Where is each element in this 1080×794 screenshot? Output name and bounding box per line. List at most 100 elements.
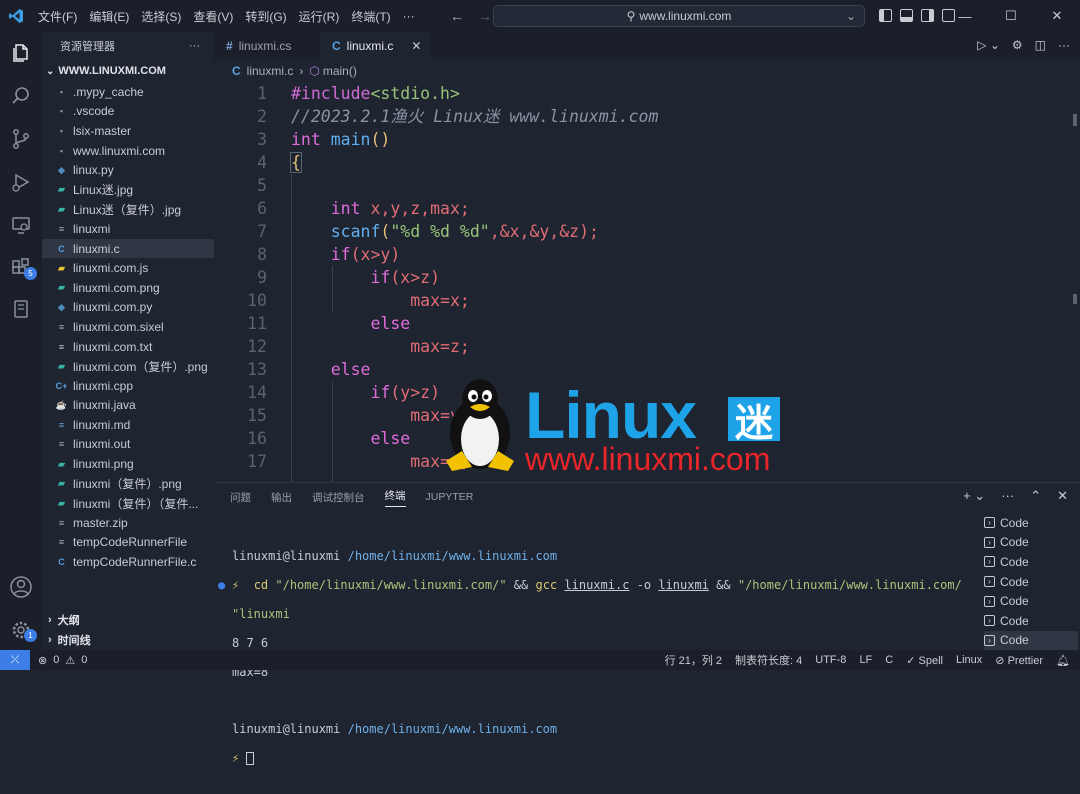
back-arrow-icon[interactable]: ← bbox=[450, 8, 464, 24]
terminal-instance[interactable]: › Code bbox=[984, 513, 1078, 533]
run-debug-icon[interactable] bbox=[9, 170, 33, 194]
terminal-instance[interactable]: › Code bbox=[984, 552, 1078, 572]
workspace-folder[interactable]: ⌄ WWW.LINUXMI.COM bbox=[42, 60, 214, 82]
terminal-instance[interactable]: › Code bbox=[984, 572, 1078, 592]
file-item[interactable]: ≡ linuxmi.md bbox=[42, 415, 214, 435]
prettier-status[interactable]: ⊘ Prettier bbox=[995, 654, 1043, 667]
remote-explorer-icon[interactable] bbox=[9, 213, 33, 237]
file-item[interactable]: ▰ linuxmi.png bbox=[42, 454, 214, 474]
notebook-icon[interactable] bbox=[9, 297, 33, 321]
menu-view[interactable]: 查看(V) bbox=[187, 8, 239, 25]
terminal-icon: › bbox=[984, 536, 995, 548]
file-item[interactable]: ▪ www.linuxmi.com bbox=[42, 141, 214, 161]
explorer-icon[interactable] bbox=[9, 41, 33, 65]
tab-jupyter[interactable]: JUPYTER bbox=[426, 491, 474, 503]
menu-file[interactable]: 文件(F) bbox=[32, 8, 83, 25]
tab-debug-console[interactable]: 调试控制台 bbox=[312, 490, 365, 505]
file-item[interactable]: ≡ linuxmi.com.txt bbox=[42, 337, 214, 357]
problems-status[interactable]: ⊗ 0 ⚠ 0 bbox=[38, 654, 87, 667]
bolt-icon: ⚡ bbox=[232, 751, 240, 766]
menu-selection[interactable]: 选择(S) bbox=[135, 8, 187, 25]
line-ending[interactable]: LF bbox=[859, 654, 872, 666]
file-item-label: .mypy_cache bbox=[73, 84, 144, 99]
close-panel-icon[interactable]: ✕ bbox=[1057, 488, 1068, 504]
tux-penguin-icon bbox=[446, 379, 514, 471]
code-line: 7 scanf("%d %d %d",&x,&y,&z); bbox=[214, 220, 1080, 243]
file-item[interactable]: ≡ linuxmi.com.sixel bbox=[42, 317, 214, 337]
menu-go[interactable]: 转到(G) bbox=[239, 8, 292, 25]
tab-problems[interactable]: 问题 bbox=[230, 490, 251, 505]
file-item[interactable]: ▪ lsix-master bbox=[42, 121, 214, 141]
command-center[interactable]: ⚲ www.linuxmi.com ⌄ bbox=[493, 5, 865, 27]
minimize-icon[interactable]: — bbox=[942, 0, 988, 32]
search-icon[interactable] bbox=[9, 84, 33, 108]
maximize-panel-icon[interactable]: ⌃ bbox=[1030, 488, 1041, 504]
file-item[interactable]: ▰ linuxmi.com（复件）.png bbox=[42, 356, 214, 376]
file-item[interactable]: Clinuxmi.c bbox=[42, 238, 214, 259]
file-item[interactable]: CtempCodeRunnerFile.c bbox=[42, 552, 214, 572]
tab-linuxmi-c[interactable]: C linuxmi.c ✕ bbox=[320, 32, 432, 60]
language-mode[interactable]: C bbox=[885, 654, 893, 666]
spell-status[interactable]: ✓ Spell bbox=[906, 654, 943, 667]
split-editor-icon[interactable]: ◫ bbox=[1035, 38, 1046, 52]
menu-more[interactable]: ··· bbox=[397, 9, 421, 23]
toggle-secondary-sidebar-icon[interactable] bbox=[921, 9, 934, 22]
new-terminal-icon[interactable]: + ⌄ bbox=[963, 488, 985, 504]
file-item[interactable]: ◆ linux.py bbox=[42, 160, 214, 180]
file-item[interactable]: ≡ master.zip bbox=[42, 513, 214, 533]
notifications-bell-icon[interactable]: 🔔︎ bbox=[1056, 654, 1070, 667]
file-item[interactable]: ▰ Linux迷.jpg bbox=[42, 180, 214, 200]
terminal-cursor bbox=[246, 752, 255, 766]
menu-terminal[interactable]: 终端(T) bbox=[345, 8, 396, 25]
forward-arrow-icon[interactable]: → bbox=[478, 8, 492, 24]
menu-edit[interactable]: 编辑(E) bbox=[83, 8, 135, 25]
more-actions-icon[interactable]: ··· bbox=[1001, 488, 1014, 504]
file-item[interactable]: ▰ Linux迷（复件）.jpg bbox=[42, 200, 214, 220]
outline-section[interactable]: › 大纲 bbox=[42, 610, 214, 630]
file-item[interactable]: ▰ linuxmi（复件）.png bbox=[42, 474, 214, 494]
terminal-instance[interactable]: › Code bbox=[984, 611, 1078, 631]
os-label[interactable]: Linux bbox=[956, 654, 982, 666]
zip-icon: ≡ bbox=[58, 517, 65, 528]
file-item[interactable]: ≡ linuxmi bbox=[42, 219, 214, 239]
gear-icon[interactable]: ⚙ bbox=[1012, 38, 1023, 52]
encoding[interactable]: UTF-8 bbox=[815, 654, 846, 666]
maximize-icon[interactable]: ☐ bbox=[988, 0, 1034, 32]
menu-run[interactable]: 运行(R) bbox=[293, 8, 346, 25]
file-item[interactable]: ▰ linuxmi（复件）（复件... bbox=[42, 493, 214, 513]
remote-indicator-icon[interactable]: ⤫ bbox=[0, 650, 30, 670]
close-window-icon[interactable]: ✕ bbox=[1034, 0, 1080, 32]
file-item[interactable]: ☕ linuxmi.java bbox=[42, 396, 214, 416]
file-item[interactable]: ◆ linuxmi.com.py bbox=[42, 298, 214, 318]
file-item[interactable]: ≡ linuxmi.out bbox=[42, 435, 214, 455]
function-symbol-icon: ⬡ bbox=[309, 64, 320, 78]
breadcrumb-symbol[interactable]: main() bbox=[323, 64, 357, 78]
account-icon[interactable] bbox=[9, 575, 33, 599]
timeline-section[interactable]: › 时间线 bbox=[42, 630, 214, 650]
file-item[interactable]: C+ linuxmi.cpp bbox=[42, 376, 214, 396]
file-item[interactable]: ▰ linuxmi.com.png bbox=[42, 278, 214, 298]
c-file-icon: C bbox=[332, 39, 341, 53]
tab-linuxmi-cs[interactable]: # linuxmi.cs bbox=[214, 32, 320, 60]
chevron-down-icon[interactable]: ⌄ bbox=[846, 9, 856, 23]
file-item[interactable]: ▪ .vscode bbox=[42, 102, 214, 122]
terminal-instance[interactable]: › Code bbox=[984, 533, 1078, 553]
close-icon[interactable]: ✕ bbox=[411, 39, 421, 53]
file-item[interactable]: ▪ .mypy_cache bbox=[42, 82, 214, 102]
source-control-icon[interactable] bbox=[9, 127, 33, 151]
cursor-position[interactable]: 行 21，列 2 bbox=[665, 652, 722, 668]
terminal-instance[interactable]: › Code bbox=[984, 630, 1078, 651]
tab-output[interactable]: 输出 bbox=[271, 490, 292, 505]
run-icon[interactable]: ▷ ⌄ bbox=[977, 38, 1000, 52]
file-item[interactable]: ≡ tempCodeRunnerFile bbox=[42, 533, 214, 553]
tab-terminal[interactable]: 终端 bbox=[384, 488, 406, 507]
file-item[interactable]: ▰ linuxmi.com.js bbox=[42, 258, 214, 278]
more-actions-icon[interactable]: ··· bbox=[1058, 38, 1070, 52]
terminal-instance-label: Code bbox=[1000, 613, 1029, 628]
indentation[interactable]: 制表符长度: 4 bbox=[735, 652, 802, 668]
toggle-panel-icon[interactable] bbox=[900, 9, 913, 22]
breadcrumb-file[interactable]: linuxmi.c bbox=[247, 64, 294, 78]
more-actions-icon[interactable]: ··· bbox=[189, 40, 200, 52]
terminal-instance[interactable]: › Code bbox=[984, 591, 1078, 611]
toggle-sidebar-icon[interactable] bbox=[879, 9, 892, 22]
